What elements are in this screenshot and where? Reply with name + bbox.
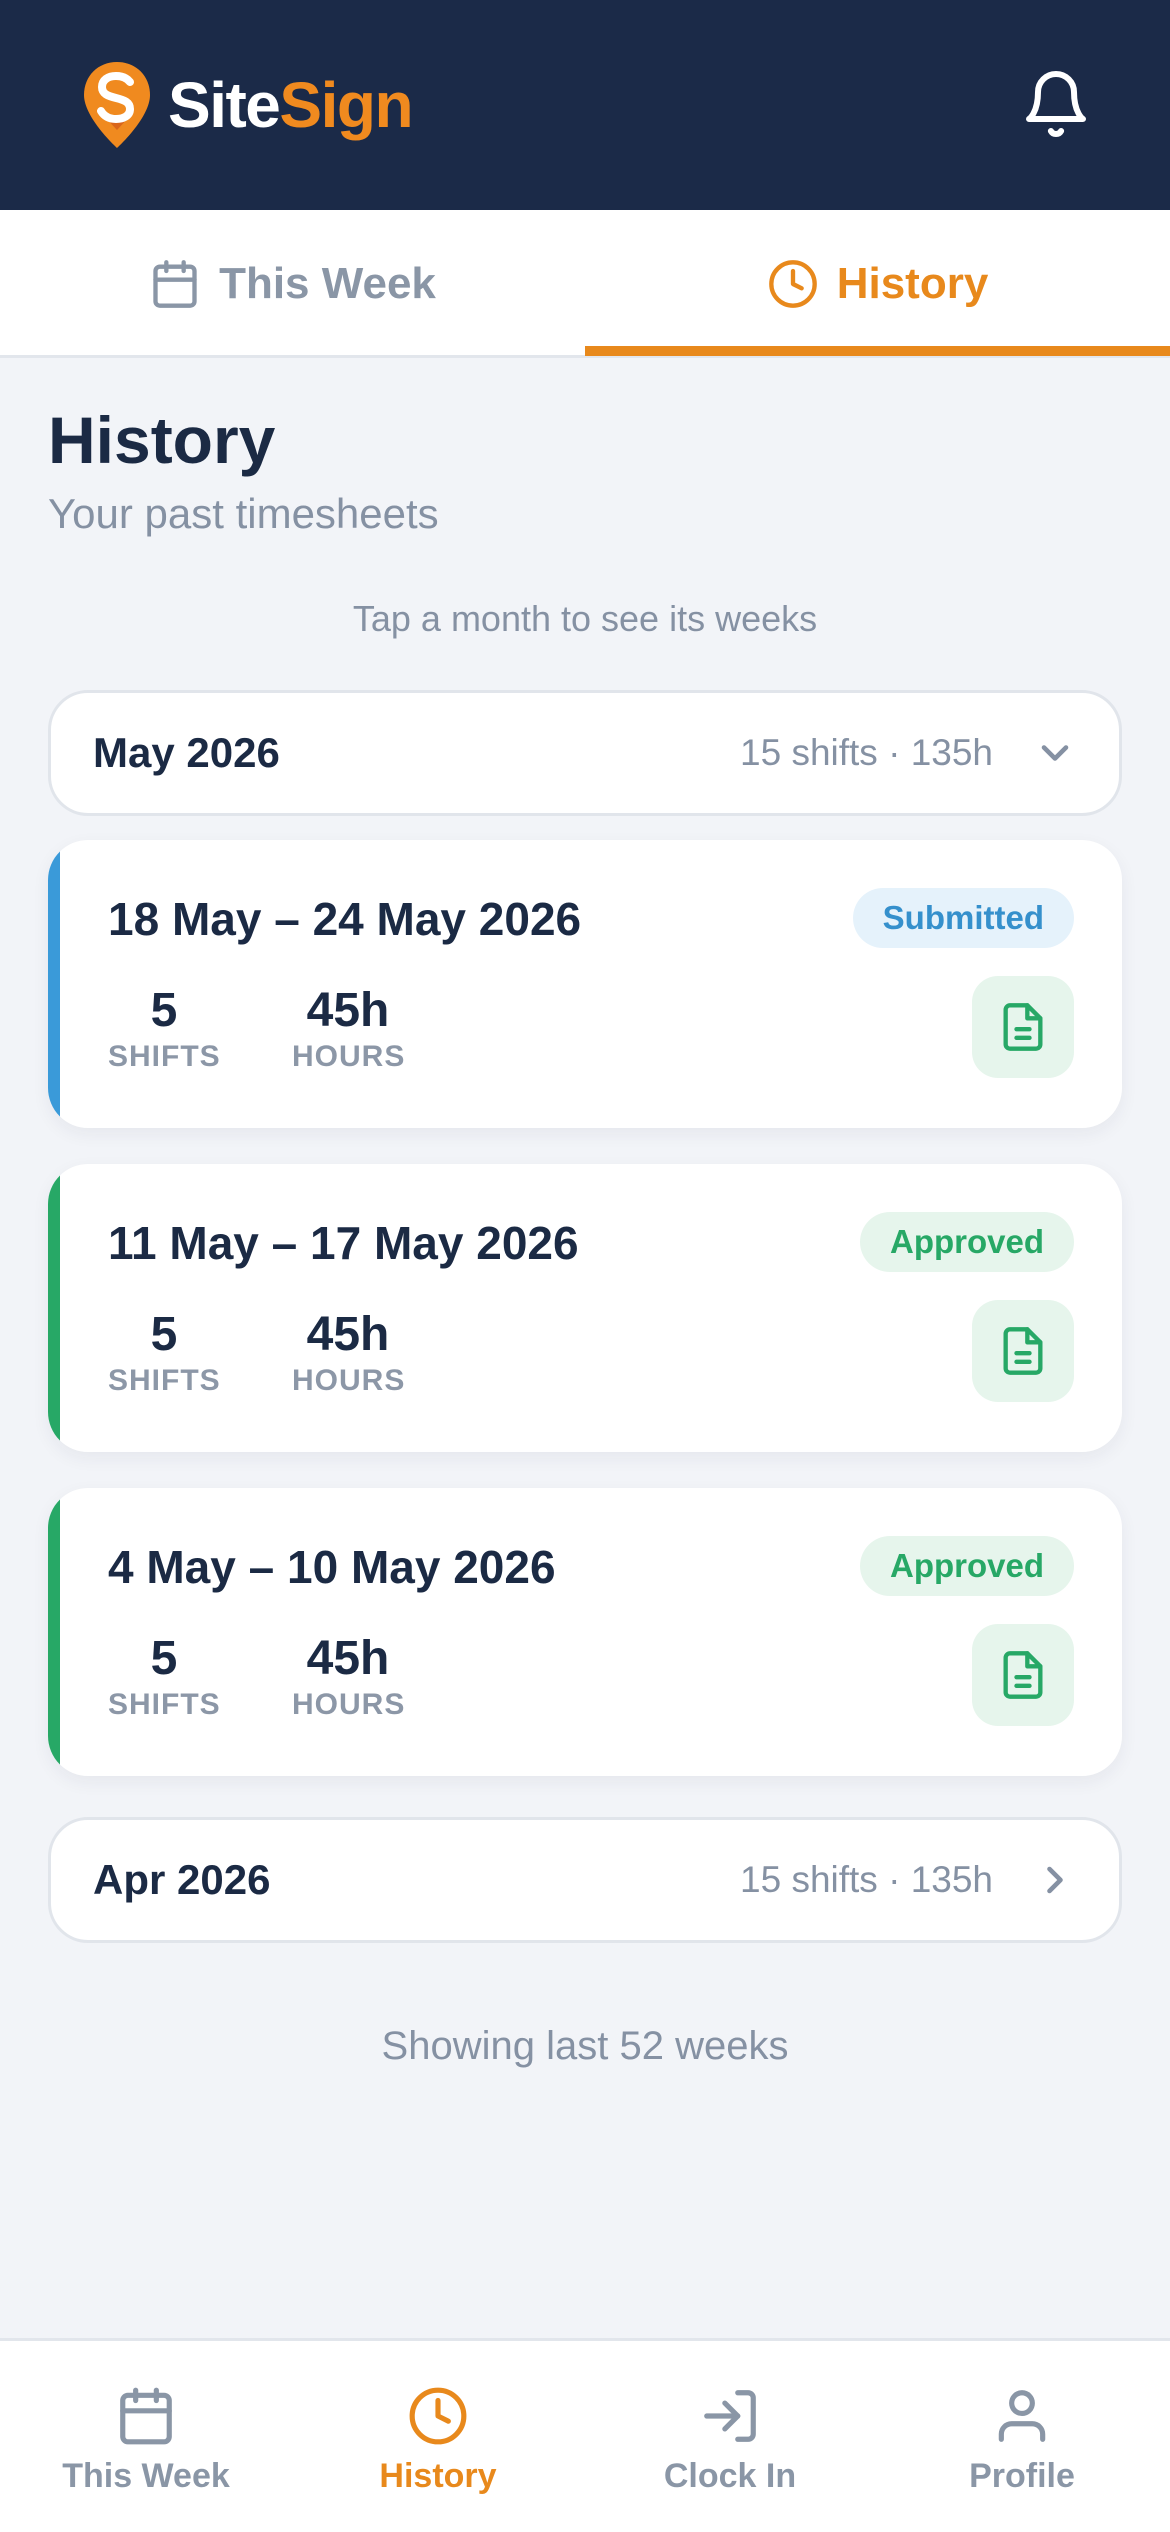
nav-label: Clock In: [663, 2457, 797, 2495]
hours-stat: 45h HOURS: [292, 1632, 406, 1722]
month-summary: 15 shifts · 135h: [740, 1859, 993, 1900]
clock-icon: [409, 2387, 467, 2445]
user-icon: [998, 2390, 1046, 2442]
nav-label: History: [379, 2457, 497, 2495]
bell-icon[interactable]: [1020, 66, 1092, 142]
status-accent-bar: [48, 840, 60, 1128]
login-icon: [704, 2390, 756, 2442]
hours-count: 45h: [306, 1632, 390, 1685]
hours-label: HOURS: [292, 1040, 406, 1074]
page-title: History: [48, 403, 276, 477]
week-range: 18 May – 24 May 2026: [108, 893, 582, 945]
nav-label: This Week: [62, 2457, 230, 2495]
shifts-stat: 5 SHIFTS: [108, 1308, 221, 1398]
view-timesheet-button[interactable]: [972, 1300, 1074, 1402]
month-name: Apr 2026: [93, 1856, 271, 1903]
status-badge: Submitted: [852, 888, 1074, 948]
week-card[interactable]: 11 May – 17 May 2026 Approved 5 SHIFTS 4…: [48, 1164, 1122, 1452]
shifts-count: 5: [150, 1308, 178, 1361]
clock-icon: [768, 260, 817, 308]
bottom-nav: This Week History Clock In Profile: [0, 2338, 1170, 2532]
nav-profile[interactable]: Profile: [876, 2341, 1168, 2532]
page-subtitle: Your past timesheets: [48, 490, 439, 537]
calendar-icon: [120, 2387, 172, 2445]
week-card[interactable]: 4 May – 10 May 2026 Approved 5 SHIFTS 45…: [48, 1488, 1122, 1776]
document-icon: [1003, 1327, 1043, 1375]
status-badge: Approved: [859, 1212, 1074, 1272]
sitesign-logo: SiteSign: [82, 60, 414, 150]
month-row-may-2026[interactable]: May 2026 15 shifts · 135h: [48, 690, 1122, 816]
tab-this-week[interactable]: This Week: [0, 210, 585, 358]
shifts-label: SHIFTS: [108, 1040, 221, 1074]
week-range: 11 May – 17 May 2026: [108, 1217, 579, 1269]
shifts-label: SHIFTS: [108, 1364, 221, 1398]
week-card[interactable]: 18 May – 24 May 2026 Submitted 5 SHIFTS …: [48, 840, 1122, 1128]
view-timesheet-button[interactable]: [972, 976, 1074, 1078]
hours-stat: 45h HOURS: [292, 1308, 406, 1398]
chevron-down-icon: [1041, 745, 1069, 761]
status-badge: Approved: [859, 1536, 1074, 1596]
month-row-apr-2026[interactable]: Apr 2026 15 shifts · 135h: [48, 1817, 1122, 1943]
active-tab-indicator: [585, 346, 1170, 356]
tab-label: History: [836, 259, 989, 308]
hours-count: 45h: [306, 1308, 390, 1361]
logo-text-site: Site: [168, 69, 281, 141]
status-accent-bar: [48, 1488, 60, 1776]
month-name: May 2026: [93, 729, 280, 776]
logo-pin-icon: [84, 62, 150, 148]
tab-history[interactable]: History: [585, 210, 1170, 358]
shifts-label: SHIFTS: [108, 1688, 221, 1722]
shifts-stat: 5 SHIFTS: [108, 984, 221, 1074]
hours-label: HOURS: [292, 1688, 406, 1722]
nav-label: Profile: [969, 2457, 1075, 2495]
shifts-stat: 5 SHIFTS: [108, 1632, 221, 1722]
shifts-count: 5: [150, 984, 178, 1037]
hours-stat: 45h HOURS: [292, 984, 406, 1074]
tab-label: This Week: [219, 259, 436, 308]
week-range: 4 May – 10 May 2026: [108, 1541, 556, 1593]
top-tabs: This Week History: [0, 210, 1170, 358]
document-icon: [1003, 1003, 1043, 1051]
nav-history[interactable]: History: [292, 2341, 584, 2532]
month-summary: 15 shifts · 135h: [740, 732, 993, 773]
app-header: SiteSign: [0, 0, 1170, 210]
status-accent-bar: [48, 1164, 60, 1452]
calendar-icon: [153, 260, 197, 308]
nav-clock-in[interactable]: Clock In: [584, 2341, 876, 2532]
chevron-right-icon: [1047, 1866, 1063, 1894]
hours-count: 45h: [306, 984, 390, 1037]
view-timesheet-button[interactable]: [972, 1624, 1074, 1726]
logo-text-sign: Sign: [279, 69, 413, 141]
nav-this-week[interactable]: This Week: [0, 2341, 292, 2532]
footer-note: Showing last 52 weeks: [381, 2024, 789, 2068]
hint-text: Tap a month to see its weeks: [352, 598, 818, 639]
shifts-count: 5: [150, 1632, 178, 1685]
document-icon: [1003, 1651, 1043, 1699]
hours-label: HOURS: [292, 1364, 406, 1398]
